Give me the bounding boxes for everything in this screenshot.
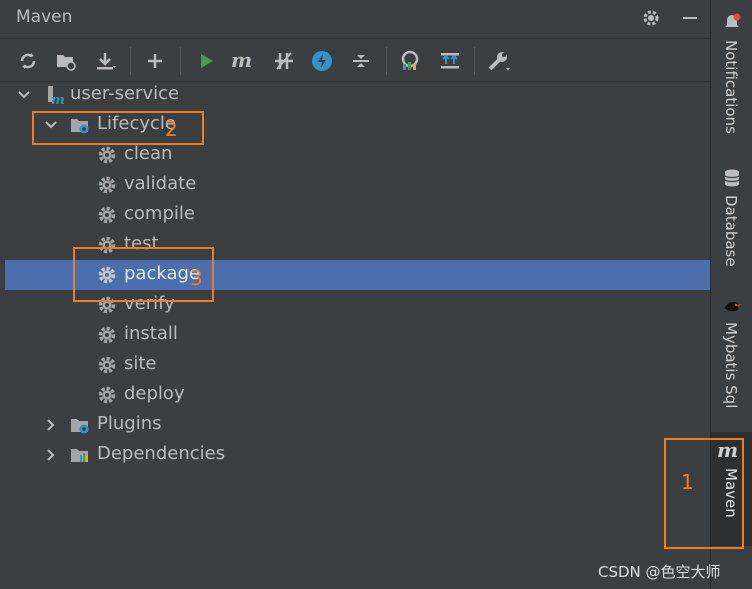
tool-window-header: Maven [0,0,710,36]
tree-item-dependencies[interactable]: Dependencies [5,440,710,470]
annotation-number-3: 3 [190,266,203,290]
gear-icon [98,176,116,194]
project-name: user-service [70,83,180,104]
tab-database[interactable]: Database [711,160,752,285]
goal-label: validate [124,173,197,194]
reload-icon[interactable] [14,47,42,75]
show-dependencies-icon[interactable] [396,47,424,75]
gear-icon [98,206,116,224]
generate-sources-icon[interactable] [52,47,80,75]
gear-icon [98,356,116,374]
bell-icon [725,13,741,27]
watermark: CSDN @色空大师 [598,563,721,581]
tab-label: Mybatis Sql [722,322,740,409]
collapse-icon[interactable] [347,47,375,75]
maven-goal-icon[interactable]: m [229,47,257,75]
goal-label: deploy [124,383,185,404]
plugins-folder-icon [71,419,89,434]
toggle-offline-icon[interactable] [270,47,298,75]
gear-icon [98,146,116,164]
analyze-icon[interactable] [436,47,464,75]
tab-label: Notifications [722,40,740,134]
gear-icon [98,326,116,344]
chevron-down-icon[interactable] [16,87,32,103]
maven-toolbar: m [0,38,710,82]
plugins-label: Plugins [97,413,162,434]
goal-item[interactable]: site [5,350,710,380]
tab-label: Database [722,195,740,267]
maven-module-icon: m [48,86,65,105]
database-icon [724,169,740,187]
dependencies-label: Dependencies [97,443,226,464]
tree-item-project[interactable]: m user-service [5,80,710,110]
add-icon[interactable] [141,47,169,75]
goal-label: clean [124,143,173,164]
annotation-number-1: 1 [681,470,694,494]
gear-icon[interactable] [639,6,663,30]
goal-label: install [124,323,178,344]
goal-item[interactable]: validate [5,170,710,200]
skip-tests-icon[interactable] [308,47,336,75]
goal-label: compile [124,203,195,224]
annotation-number-2: 2 [165,117,178,141]
goal-item[interactable]: install [5,320,710,350]
gear-icon [98,386,116,404]
tab-notifications[interactable]: Notifications [711,0,752,150]
goal-item[interactable]: compile [5,200,710,230]
settings-wrench-icon[interactable] [485,47,513,75]
annotation-box-2 [32,111,204,145]
panel-title: Maven [16,7,73,27]
tab-mybatis-sql[interactable]: Mybatis Sql [711,290,752,430]
chevron-right-icon[interactable] [43,447,59,463]
annotation-box-1 [664,438,744,549]
svg-text:m: m [51,93,65,105]
goal-label: site [124,353,157,374]
minimize-icon[interactable] [678,6,702,30]
dependencies-folder-icon [71,449,88,462]
download-icon[interactable] [92,47,120,75]
mybatis-bird-icon [725,301,741,312]
tree-item-plugins[interactable]: Plugins [5,410,710,440]
svg-text:m: m [231,51,252,71]
run-icon[interactable] [192,47,220,75]
chevron-right-icon[interactable] [43,417,59,433]
goal-item[interactable]: deploy [5,380,710,410]
